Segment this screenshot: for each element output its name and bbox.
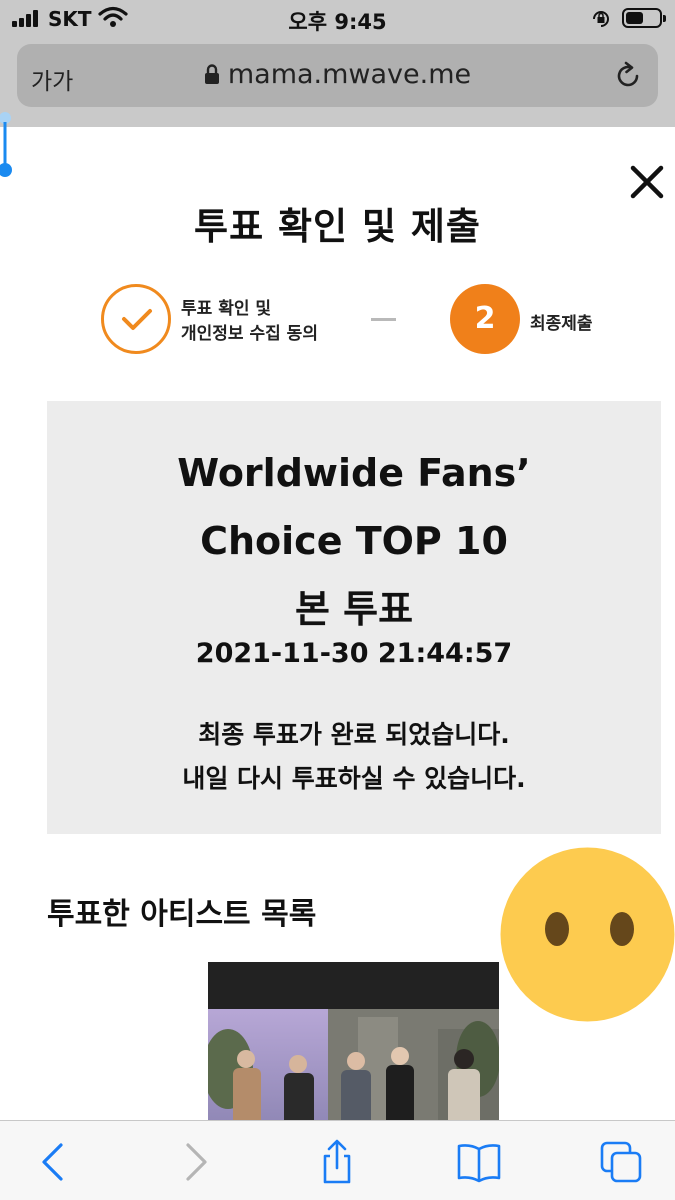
tabs-icon[interactable] xyxy=(598,1139,644,1185)
text-selection-handle[interactable] xyxy=(0,112,14,178)
step-2-indicator: 2 xyxy=(450,284,520,354)
reload-icon[interactable] xyxy=(612,60,644,92)
artist-photo xyxy=(208,1009,499,1122)
lock-icon xyxy=(204,64,219,84)
modal-title: 투표 확인 및 제출 xyxy=(194,205,481,248)
vote-timestamp: 2021-11-30 21:44:57 xyxy=(195,638,513,669)
artist-card[interactable] xyxy=(208,962,499,1122)
vote-complete-message: 최종 투표가 완료 되었습니다. 내일 다시 투표하실 수 있습니다. xyxy=(182,720,526,793)
check-icon xyxy=(122,309,152,330)
close-icon[interactable] xyxy=(630,165,664,199)
status-bar: SKT 오후 9:45 xyxy=(0,0,675,36)
orientation-lock-icon xyxy=(593,11,609,27)
share-icon[interactable] xyxy=(314,1139,360,1185)
face-without-mouth-emoji-icon xyxy=(500,847,675,1022)
step-2-label: 최종제출 xyxy=(530,314,593,334)
back-icon[interactable] xyxy=(30,1139,76,1185)
step-divider xyxy=(371,318,396,321)
bookmarks-icon[interactable] xyxy=(456,1139,502,1185)
forward-icon[interactable] xyxy=(173,1139,219,1185)
vote-summary-box: Worldwide Fans’ Choice TOP 10 본 투표 2021-… xyxy=(47,401,661,834)
address-bar[interactable]: 가가 mama.mwave.me xyxy=(17,44,658,107)
browser-header: 가가 mama.mwave.me xyxy=(0,36,675,127)
url-text: mama.mwave.me xyxy=(227,59,472,90)
vote-category-title: Worldwide Fans’ Choice TOP 10 본 투표 xyxy=(177,451,531,631)
clock: 오후 9:45 xyxy=(288,10,387,34)
voted-artists-heading: 투표한 아티스트 목록 xyxy=(47,897,317,932)
browser-toolbar xyxy=(0,1120,675,1200)
artist-card-header xyxy=(208,962,499,1009)
url-display[interactable]: mama.mwave.me xyxy=(17,59,658,90)
step-1-complete-indicator xyxy=(101,284,171,354)
step-1-label: 투표 확인 및 개인정보 수집 동의 xyxy=(181,299,318,344)
battery-icon xyxy=(622,8,666,28)
